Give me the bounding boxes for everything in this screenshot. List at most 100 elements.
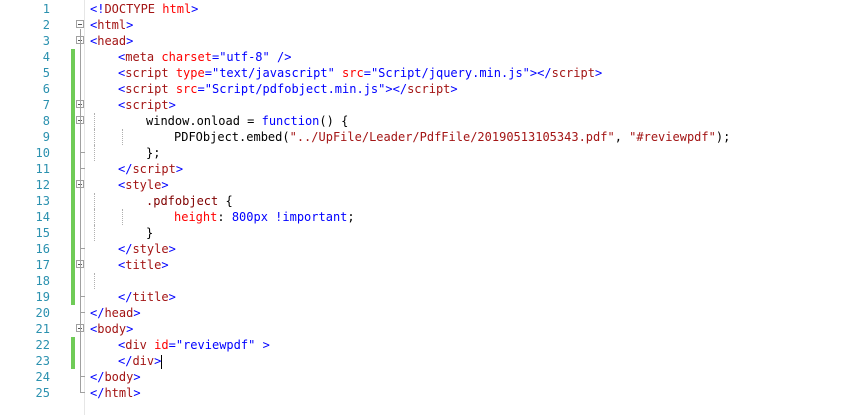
fold-region-end [80,369,85,377]
line-number: 21 [35,322,50,336]
code-token: = [363,66,371,80]
code-token: "#reviewpdf" [629,130,716,144]
code-token: script [125,82,169,96]
code-token: > [168,98,176,112]
code-token: head [97,34,127,48]
code-text: <!DOCTYPE html> [90,1,198,17]
change-marker [71,289,75,305]
code-token: > [133,370,141,384]
code-token: title [125,258,162,272]
code-token: > [154,354,162,368]
code-token: style [132,242,169,256]
code-token: </ [118,162,133,176]
code-token: > [126,322,134,336]
code-line[interactable]: 20 </head> [0,305,868,321]
code-line[interactable]: 17 <title> [0,257,868,273]
code-token: /> [277,50,292,64]
code-line[interactable]: 7 <script> [0,97,868,113]
code-line[interactable]: 9 PDFObject.embed("../UpFile/Leader/PdfFi… [0,129,868,145]
change-marker [71,49,75,65]
change-marker [71,257,75,273]
line-number: 6 [42,82,50,96]
code-line[interactable]: 2 <html> [0,17,868,33]
code-token: </ [90,386,105,400]
code-token: > [191,2,199,16]
code-token: "Script/jquery.min.js" [370,66,530,80]
code-line[interactable]: 14 height: 800px !important; [0,209,868,225]
code-line[interactable]: 3 <head> [0,33,868,49]
fold-region-end [80,161,85,169]
line-number: 18 [35,274,50,288]
code-token: "Script/pdfobject.min.js" [204,82,386,96]
change-marker [71,225,75,241]
code-token: > [161,178,169,192]
code-line[interactable]: 23 </div> [0,353,868,369]
code-token: = [204,66,212,80]
code-editor[interactable]: 1 <!DOCTYPE html> 2 <html> 3 <head> 4 <meta cha… [0,0,868,415]
code-line[interactable]: 10}; [0,145,868,161]
change-marker [71,177,75,193]
code-token: </ [118,242,133,256]
line-number: 25 [35,386,50,400]
code-line[interactable]: 15} [0,225,868,241]
line-number: 10 [35,146,50,160]
fold-region-end [80,241,85,249]
code-token: = [197,82,205,96]
line-number: 5 [42,66,50,80]
indent-guide [94,209,95,225]
code-token: "reviewpdf" [175,338,256,352]
code-line[interactable]: 19 </title> [0,289,868,305]
code-token: body [97,322,127,336]
indent-guide [94,193,95,209]
code-token: script [125,98,169,112]
code-text: window.onload = function() { [146,113,348,129]
code-line[interactable]: 11 </script> [0,161,868,177]
code-token: </ [90,370,105,384]
code-token: body [104,370,134,384]
code-line[interactable]: 22 <div id="reviewpdf" > [0,337,868,353]
line-number: 8 [42,114,50,128]
line-number: 23 [35,354,50,368]
code-token: </ [90,306,105,320]
code-token: > [594,66,603,80]
code-line[interactable]: 18 [0,273,868,289]
code-line[interactable]: 1 <!DOCTYPE html> [0,1,868,17]
code-text: </title> [118,289,176,305]
code-line[interactable]: 16 </style> [0,241,868,257]
code-line[interactable]: 8 window.onload = function() { [0,113,868,129]
collapse-toggle-icon[interactable] [76,20,84,28]
code-line[interactable]: 5 <script type="text/javascript" src="Scr… [0,65,868,81]
code-token: script [132,162,176,176]
code-token: () { [319,114,349,128]
code-token: : [217,210,232,224]
code-token: .pdfobject [146,194,219,208]
fold-region-end [80,305,85,313]
code-token: > [262,338,270,352]
fold-region-end [80,289,85,297]
code-line[interactable]: 12 <style> [0,177,868,193]
code-token: = [168,338,176,352]
code-token: <! [90,2,105,16]
change-marker [71,65,75,81]
code-token: ></ [529,66,552,80]
line-number: 22 [35,338,50,352]
code-line[interactable]: 21 <body> [0,321,868,337]
change-marker [71,113,75,129]
code-line[interactable]: 13 .pdfobject { [0,193,868,209]
code-token: </ [118,354,133,368]
code-token: > [450,82,458,96]
code-text: </head> [90,305,141,321]
code-line[interactable]: 24 </body> [0,369,868,385]
code-text: <meta charset="utf-8" /> [118,49,291,65]
line-number: 14 [35,210,50,224]
code-line[interactable]: 25 </html> [0,385,868,401]
code-line[interactable]: 4 <meta charset="utf-8" /> [0,49,868,65]
code-line[interactable]: 6 <script src="Script/pdfobject.min.js"><… [0,81,868,97]
change-marker [71,209,75,225]
code-token: script [125,66,169,80]
code-text: </div> [118,353,163,369]
